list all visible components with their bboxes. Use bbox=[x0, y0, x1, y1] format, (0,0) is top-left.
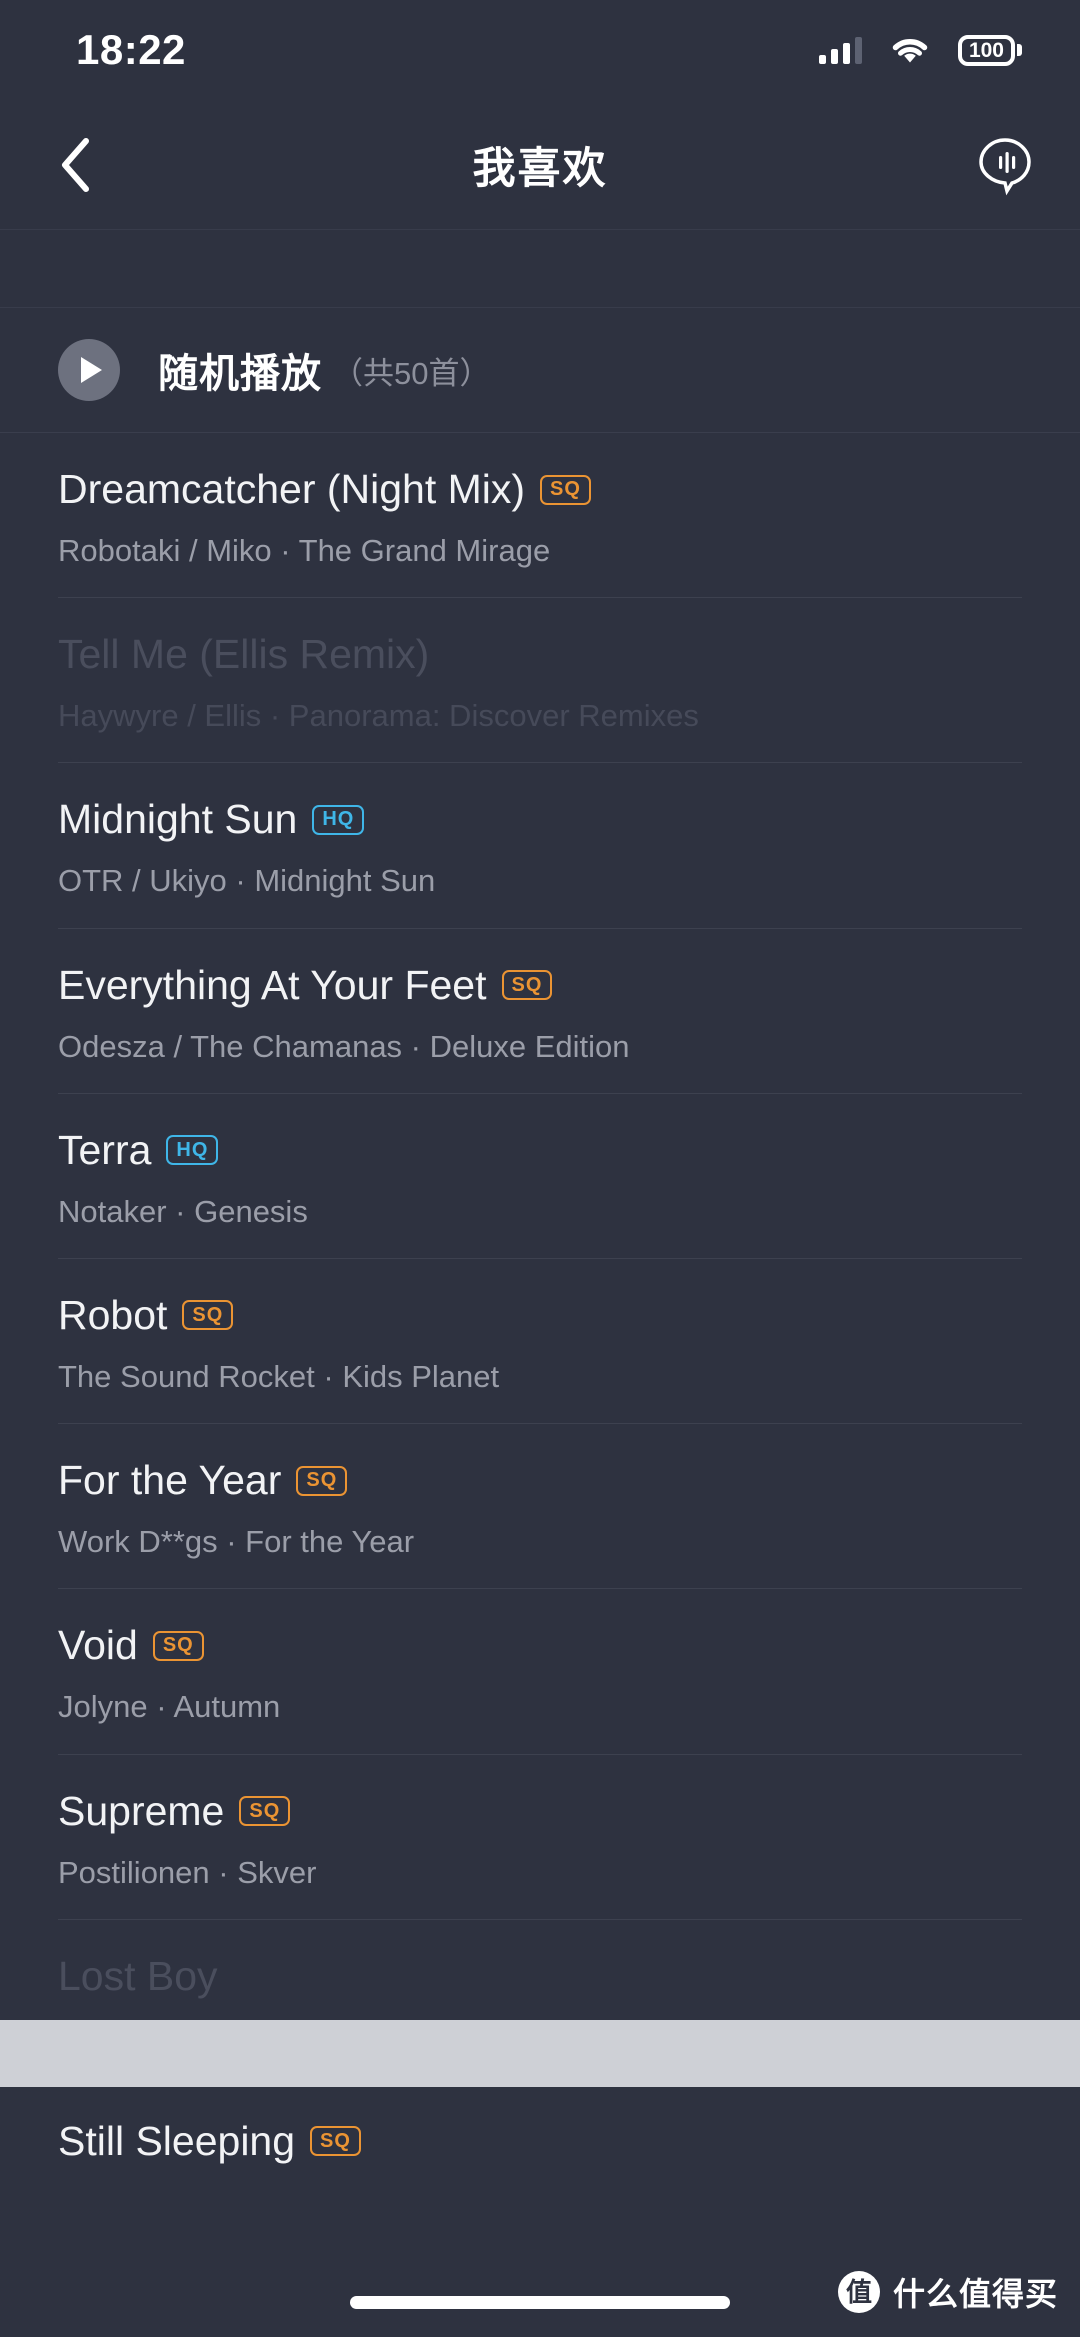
song-title-line: Supreme SQ bbox=[58, 1787, 1022, 1834]
song-title-line: Midnight Sun HQ bbox=[58, 797, 1022, 842]
home-indicator[interactable] bbox=[350, 2296, 730, 2309]
cellular-signal-icon bbox=[818, 36, 862, 64]
song-title-line: Still Sleeping SQ bbox=[58, 2117, 1022, 2164]
quality-badge-hq: HQ bbox=[312, 804, 365, 835]
song-title-line: Robot SQ bbox=[58, 1291, 1022, 1338]
song-row[interactable]: Dreamcatcher (Night Mix) SQ Robotaki / Mik… bbox=[0, 433, 1080, 599]
back-button[interactable] bbox=[30, 120, 120, 210]
watermark-text: 什么值得买 bbox=[892, 2276, 1058, 2312]
quality-badge-sq: SQ bbox=[310, 2126, 361, 2157]
navigation-bar: 我喜欢 bbox=[0, 100, 1080, 230]
song-title: Everything At Your Feet bbox=[58, 961, 487, 1008]
header-spacer bbox=[0, 230, 1080, 308]
voice-bubble-icon bbox=[979, 137, 1031, 195]
song-row[interactable]: Tell Me (Ellis Remix) Haywyre / Ellis · P… bbox=[0, 598, 1080, 764]
wifi-icon bbox=[890, 36, 930, 65]
song-row[interactable]: Supreme SQ Postilionen · Skver bbox=[0, 1755, 1080, 1920]
song-subtitle: Haywyre / Ellis · Panorama: Discover Rem… bbox=[58, 698, 699, 734]
song-row[interactable]: For the Year SQ Work D**gs · For the Year bbox=[0, 1424, 1080, 1590]
song-subtitle: Postilionen · Skver bbox=[58, 1854, 317, 1890]
status-bar: 18:22 100 bbox=[0, 0, 1080, 100]
song-subtitle: Robotaki / Miko · The Grand Mirage bbox=[58, 533, 551, 569]
chevron-left-icon bbox=[62, 137, 89, 192]
status-indicators: 100 bbox=[818, 34, 1022, 66]
song-title-line: Terra HQ bbox=[58, 1126, 1022, 1173]
smzdm-logo-icon: 值 bbox=[837, 2271, 880, 2313]
quality-badge-sq: SQ bbox=[152, 1630, 204, 1661]
song-list: Dreamcatcher (Night Mix) SQ Robotaki / Mik… bbox=[0, 433, 1080, 2194]
song-subtitle: OTR / Ukiyo · Midnight Sun bbox=[58, 863, 436, 899]
song-title-line: Tell Me (Ellis Remix) bbox=[58, 632, 1022, 677]
song-row[interactable]: Midnight Sun HQ OTR / Ukiyo · Midnight Sun bbox=[0, 763, 1080, 929]
song-title-line: For the Year SQ bbox=[58, 1458, 1022, 1503]
voice-assistant-button[interactable] bbox=[960, 120, 1050, 210]
shuffle-label: 随机播放 bbox=[158, 352, 322, 396]
shuffle-count: （共50首） bbox=[332, 355, 491, 391]
song-title: Supreme bbox=[58, 1787, 225, 1834]
song-row[interactable]: Still Sleeping SQ bbox=[0, 2085, 1080, 2194]
song-row[interactable]: Robot SQ The Sound Rocket · Kids Planet bbox=[0, 1259, 1080, 1425]
battery-level: 100 bbox=[968, 38, 1004, 62]
song-subtitle: Jolyne · Autumn bbox=[58, 1689, 281, 1725]
song-title-line: Void SQ bbox=[58, 1623, 1022, 1668]
song-title: Midnight Sun bbox=[58, 796, 298, 843]
song-title: For the Year bbox=[58, 1457, 282, 1504]
song-title: Tell Me (Ellis Remix) bbox=[58, 631, 430, 678]
song-subtitle: Work D**gs · For the Year bbox=[58, 1524, 415, 1560]
quality-badge-sq: SQ bbox=[501, 970, 553, 1001]
song-title-line: Lost Boy bbox=[58, 1952, 1022, 1999]
song-title: Terra bbox=[58, 1126, 152, 1173]
song-subtitle: Odesza / The Chamanas · Deluxe Edition bbox=[58, 1028, 630, 1064]
quality-badge-sq: SQ bbox=[239, 1796, 291, 1827]
overlay-band bbox=[0, 2020, 1080, 2087]
song-row[interactable]: Everything At Your Feet SQ Odesza / The Ch… bbox=[0, 929, 1080, 1094]
song-title: Dreamcatcher (Night Mix) bbox=[58, 466, 526, 512]
shuffle-play-row[interactable]: 随机播放 （共50首） bbox=[0, 308, 1080, 433]
app-screen: 18:22 100 我喜欢 随机播放 （共50首） Dreamcatcher (… bbox=[0, 0, 1080, 2337]
play-circle-icon[interactable] bbox=[58, 339, 120, 401]
song-subtitle: The Sound Rocket · Kids Planet bbox=[58, 1359, 500, 1395]
song-title-line: Dreamcatcher (Night Mix) SQ bbox=[58, 466, 1022, 512]
song-subtitle: Notaker · Genesis bbox=[58, 1193, 308, 1229]
song-row[interactable]: Terra HQ Notaker · Genesis bbox=[0, 1094, 1080, 1259]
song-title: Lost Boy bbox=[58, 1952, 218, 1999]
status-time: 18:22 bbox=[76, 26, 186, 73]
page-title: 我喜欢 bbox=[472, 144, 608, 193]
battery-icon: 100 bbox=[957, 34, 1022, 66]
quality-badge-sq: SQ bbox=[182, 1300, 234, 1331]
song-title: Void bbox=[58, 1622, 138, 1669]
song-title-line: Everything At Your Feet SQ bbox=[58, 961, 1022, 1008]
song-title: Robot bbox=[58, 1291, 168, 1338]
quality-badge-sq: SQ bbox=[296, 1465, 348, 1496]
quality-badge-sq: SQ bbox=[540, 474, 591, 505]
song-row[interactable]: Void SQ Jolyne · Autumn bbox=[0, 1589, 1080, 1755]
watermark: 值 什么值得买 bbox=[837, 2269, 1058, 2315]
quality-badge-hq: HQ bbox=[166, 1135, 219, 1166]
song-title: Still Sleeping bbox=[58, 2117, 296, 2164]
